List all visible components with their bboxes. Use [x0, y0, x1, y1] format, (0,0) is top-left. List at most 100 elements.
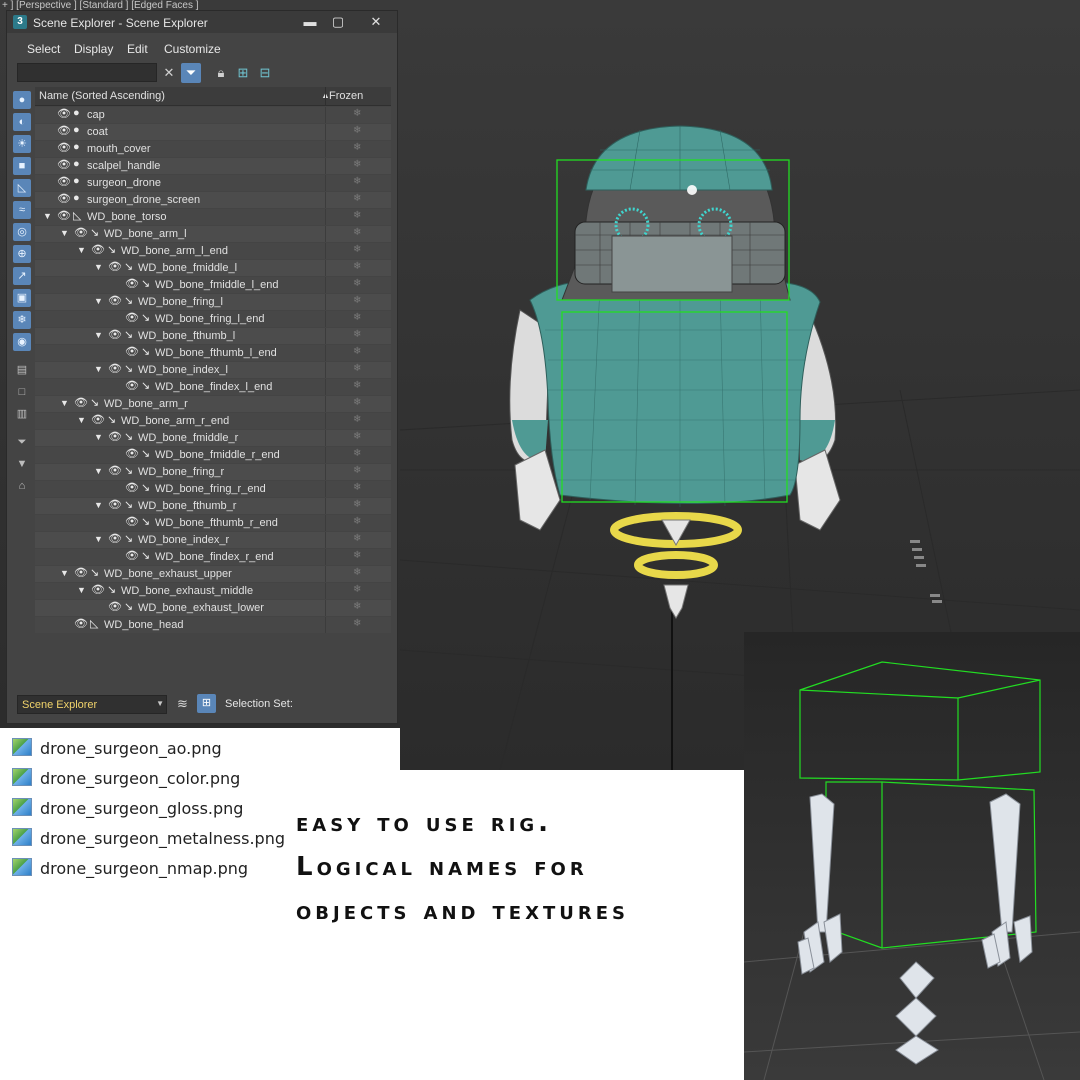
lock-icon[interactable]: 🔒︎ [211, 63, 231, 83]
frozen-toggle-icon[interactable]: ❄ [353, 601, 361, 612]
frozen-toggle-icon[interactable]: ❄ [353, 295, 361, 306]
frozen-toggle-icon[interactable]: ❄ [353, 312, 361, 323]
options-icon[interactable]: ⌂ [13, 477, 31, 495]
explorer-dropdown[interactable]: Scene Explorer ▼ [17, 695, 167, 714]
expand-toggle-icon[interactable]: ▼ [94, 296, 103, 306]
tree-row[interactable]: 👁︎ ↘ WD_bone_fmiddle_r_end ❄ [35, 447, 391, 463]
visibility-eye-icon[interactable]: 👁︎ [108, 498, 122, 511]
frozen-toggle-icon[interactable]: ❄ [353, 261, 361, 272]
frozen-toggle-icon[interactable]: ❄ [353, 380, 361, 391]
frozen-toggle-icon[interactable]: ❄ [353, 108, 361, 119]
tree-row[interactable]: ▼ 👁︎ ↘ WD_bone_arm_r_end ❄ [35, 413, 391, 429]
tree-row[interactable]: 👁︎ ● surgeon_drone_screen ❄ [35, 192, 391, 208]
tree-row[interactable]: ▼ 👁︎ ↘ WD_bone_fmiddle_r ❄ [35, 430, 391, 446]
tree-row[interactable]: 👁︎ ↘ WD_bone_exhaust_lower ❄ [35, 600, 391, 616]
frozen-toggle-icon[interactable]: ❄ [353, 550, 361, 561]
visibility-eye-icon[interactable]: 👁︎ [125, 447, 139, 460]
frozen-column-header[interactable]: Frozen [329, 90, 363, 102]
none-icon[interactable]: □ [13, 383, 31, 401]
visibility-eye-icon[interactable]: 👁︎ [91, 583, 105, 596]
frozen-toggle-icon[interactable]: ❄ [353, 618, 361, 629]
expand-toggle-icon[interactable]: ▼ [77, 415, 86, 425]
tree-row[interactable]: 👁︎ ↘ WD_bone_fring_r_end ❄ [35, 481, 391, 497]
frozen-toggle-icon[interactable]: ❄ [353, 363, 361, 374]
frozen-toggle-icon[interactable]: ❄ [353, 346, 361, 357]
xref-filter-icon[interactable]: ⊕ [13, 245, 31, 263]
tree-row[interactable]: 👁︎ ◺ WD_bone_head ❄ [35, 617, 391, 633]
selection-hierarchy-icon[interactable]: ⊞ [197, 694, 216, 713]
hierarchy-icon[interactable]: ⊞ [233, 63, 253, 83]
visibility-eye-icon[interactable]: 👁︎ [74, 396, 88, 409]
visibility-eye-icon[interactable]: 👁︎ [108, 532, 122, 545]
frozen-toggle-icon[interactable]: ❄ [353, 397, 361, 408]
expand-toggle-icon[interactable]: ▼ [94, 432, 103, 442]
container-filter-icon[interactable]: ▣ [13, 289, 31, 307]
search-input[interactable] [17, 63, 157, 82]
tree-row[interactable]: ▼ 👁︎ ↘ WD_bone_arm_l ❄ [35, 226, 391, 242]
tree-row[interactable]: ▼ 👁︎ ↘ WD_bone_arm_r ❄ [35, 396, 391, 412]
menu-customize[interactable]: Customize [164, 42, 221, 56]
visibility-eye-icon[interactable]: 👁︎ [57, 124, 71, 137]
helper-filter-icon[interactable]: ◺ [13, 179, 31, 197]
frozen-toggle-icon[interactable]: ❄ [353, 431, 361, 442]
tree-row[interactable]: 👁︎ ↘ WD_bone_findex_l_end ❄ [35, 379, 391, 395]
geometry-filter-icon[interactable]: ● [13, 91, 31, 109]
frozen-toggle-icon[interactable]: ❄ [353, 584, 361, 595]
maximize-button[interactable]: ▢ [325, 12, 351, 32]
tree-row[interactable]: 👁︎ ↘ WD_bone_findex_r_end ❄ [35, 549, 391, 565]
expand-toggle-icon[interactable]: ▼ [60, 398, 69, 408]
hierarchy-alt-icon[interactable]: ⊟ [255, 63, 275, 83]
visibility-eye-icon[interactable]: 👁︎ [108, 328, 122, 341]
visibility-eye-icon[interactable]: 👁︎ [108, 260, 122, 273]
tree-row[interactable]: ▼ 👁︎ ↘ WD_bone_exhaust_middle ❄ [35, 583, 391, 599]
frozen-toggle-icon[interactable]: ❄ [353, 142, 361, 153]
frozen-toggle-icon[interactable]: ❄ [353, 482, 361, 493]
tree-row[interactable]: ▼ 👁︎ ↘ WD_bone_arm_l_end ❄ [35, 243, 391, 259]
all-icon[interactable]: ▤ [13, 361, 31, 379]
frozen-toggle-icon[interactable]: ❄ [353, 567, 361, 578]
tree-row[interactable]: 👁︎ ● surgeon_drone ❄ [35, 175, 391, 191]
visibility-eye-icon[interactable]: 👁︎ [57, 209, 71, 222]
expand-toggle-icon[interactable]: ▼ [94, 330, 103, 340]
frozen-toggle-icon[interactable]: ❄ [353, 176, 361, 187]
light-filter-icon[interactable]: ☀ [13, 135, 31, 153]
layers-icon[interactable]: ≋ [177, 696, 188, 712]
visibility-eye-icon[interactable]: 👁︎ [108, 294, 122, 307]
visibility-eye-icon[interactable]: 👁︎ [108, 464, 122, 477]
visibility-eye-icon[interactable]: 👁︎ [125, 345, 139, 358]
expand-toggle-icon[interactable]: ▼ [77, 245, 86, 255]
visibility-eye-icon[interactable]: 👁︎ [74, 566, 88, 579]
visibility-eye-icon[interactable]: 👁︎ [125, 277, 139, 290]
shape-filter-icon[interactable]: ◐ [13, 113, 31, 131]
tree-row[interactable]: ▼ 👁︎ ↘ WD_bone_exhaust_upper ❄ [35, 566, 391, 582]
visibility-eye-icon[interactable]: 👁︎ [108, 600, 122, 613]
tree-row[interactable]: 👁︎ ↘ WD_bone_fmiddle_l_end ❄ [35, 277, 391, 293]
visibility-eye-icon[interactable]: 👁︎ [125, 481, 139, 494]
tree-row[interactable]: ▼ 👁︎ ↘ WD_bone_index_l ❄ [35, 362, 391, 378]
group-filter-icon[interactable]: ◎ [13, 223, 31, 241]
bone-filter-icon[interactable]: ↗ [13, 267, 31, 285]
visibility-eye-icon[interactable]: 👁︎ [108, 362, 122, 375]
visibility-eye-icon[interactable]: 👁︎ [125, 311, 139, 324]
column-divider[interactable] [325, 87, 326, 105]
filter-icon[interactable]: ⏷ [181, 63, 201, 83]
tree-row[interactable]: ▼ 👁︎ ↘ WD_bone_fmiddle_l ❄ [35, 260, 391, 276]
tree-row[interactable]: 👁︎ ● mouth_cover ❄ [35, 141, 391, 157]
frozen-toggle-icon[interactable]: ❄ [353, 414, 361, 425]
filter-off-icon[interactable]: ⏷ [13, 433, 31, 451]
minimize-button[interactable]: ▬ [297, 12, 323, 32]
expand-toggle-icon[interactable]: ▼ [94, 466, 103, 476]
visibility-eye-icon[interactable]: 👁︎ [57, 158, 71, 171]
tree-row[interactable]: 👁︎ ● coat ❄ [35, 124, 391, 140]
frozen-toggle-icon[interactable]: ❄ [353, 448, 361, 459]
invert-icon[interactable]: ▥ [13, 405, 31, 423]
visibility-eye-icon[interactable]: 👁︎ [57, 192, 71, 205]
visibility-eye-icon[interactable]: 👁︎ [108, 430, 122, 443]
tree-row[interactable]: 👁︎ ↘ WD_bone_fthumb_r_end ❄ [35, 515, 391, 531]
expand-toggle-icon[interactable]: ▼ [77, 585, 86, 595]
visibility-eye-icon[interactable]: 👁︎ [125, 379, 139, 392]
frozen-toggle-icon[interactable]: ❄ [353, 329, 361, 340]
expand-toggle-icon[interactable]: ▼ [94, 364, 103, 374]
menu-select[interactable]: Select [27, 42, 60, 56]
visibility-eye-icon[interactable]: 👁︎ [125, 515, 139, 528]
